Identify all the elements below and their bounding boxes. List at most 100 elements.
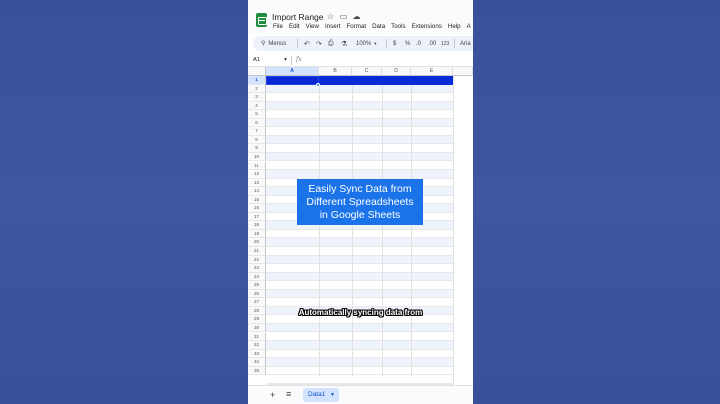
undo-icon[interactable]: ↶	[304, 36, 310, 51]
row-header[interactable]: 33	[248, 349, 266, 359]
table-row[interactable]	[266, 281, 453, 290]
row-header[interactable]: 17	[248, 212, 266, 222]
paint-format-icon[interactable]: ⚗	[341, 36, 347, 51]
table-row[interactable]	[266, 247, 453, 256]
column-header-next[interactable]	[453, 67, 473, 76]
menu-insert[interactable]: Insert	[325, 23, 340, 30]
search-menus[interactable]: ⚲ Menus	[261, 36, 286, 51]
row-header[interactable]: 3	[248, 93, 266, 102]
row-header[interactable]: 1	[248, 76, 266, 85]
menu-edit[interactable]: Edit	[289, 23, 300, 30]
table-row[interactable]	[266, 350, 453, 359]
table-row[interactable]	[266, 93, 453, 102]
zoom-select[interactable]: 100% ▼	[356, 36, 377, 51]
column-header-e[interactable]: E	[411, 67, 453, 76]
row-header[interactable]: 20	[248, 238, 266, 247]
row-header[interactable]: 27	[248, 298, 266, 307]
name-box[interactable]: A1	[253, 57, 260, 63]
row-header[interactable]: 31	[248, 332, 266, 342]
table-row[interactable]	[266, 152, 453, 162]
row-header[interactable]: 10	[248, 152, 266, 162]
row-header[interactable]: 26	[248, 289, 266, 299]
table-row[interactable]	[266, 323, 453, 333]
spreadsheet-grid[interactable]: A B C D E 1 2 3 4 5 6 7 8 9 10 11 12 13 14 15 16 17 18 19 2…	[248, 67, 473, 386]
row-header[interactable]: 14	[248, 187, 266, 196]
document-title[interactable]: Import Range	[272, 12, 324, 22]
row-header[interactable]: 9	[248, 144, 266, 153]
menu-help[interactable]: Help	[448, 23, 461, 30]
all-sheets-button[interactable]: ≡	[286, 389, 291, 399]
star-icon[interactable]: ☆	[326, 12, 335, 21]
increase-decimal-button[interactable]: .00	[428, 36, 436, 51]
table-row[interactable]	[266, 135, 453, 145]
menu-data[interactable]: Data	[372, 23, 385, 30]
redo-icon[interactable]: ↷	[316, 36, 322, 51]
table-row[interactable]	[266, 110, 453, 119]
table-row[interactable]	[266, 170, 453, 179]
row-header[interactable]: 16	[248, 204, 266, 213]
table-row[interactable]	[266, 127, 453, 136]
table-row[interactable]	[266, 144, 453, 153]
cloud-status-icon[interactable]: ☁	[352, 12, 361, 21]
sheet-tab-data1[interactable]: Data1 ▼	[303, 388, 339, 402]
table-row[interactable]	[266, 289, 453, 299]
row-header[interactable]: 18	[248, 221, 266, 230]
row-header[interactable]: 4	[248, 101, 266, 111]
table-row[interactable]	[266, 341, 453, 350]
row-header[interactable]: 32	[248, 341, 266, 350]
row-header[interactable]: 25	[248, 281, 266, 290]
table-row[interactable]	[266, 101, 453, 111]
menu-extensions[interactable]: Extensions	[412, 23, 442, 30]
move-folder-icon[interactable]: ▭	[339, 12, 348, 21]
table-row[interactable]	[266, 162, 453, 171]
row-header[interactable]: 34	[248, 358, 266, 367]
column-header-c[interactable]: C	[352, 67, 382, 76]
table-row[interactable]	[266, 118, 453, 128]
row-header[interactable]: 11	[248, 161, 266, 171]
table-row[interactable]	[266, 230, 453, 239]
active-cell-a1[interactable]	[266, 76, 319, 85]
table-row[interactable]	[266, 264, 453, 273]
table-row[interactable]	[266, 333, 453, 342]
menu-format[interactable]: Format	[346, 23, 366, 30]
currency-format-button[interactable]: $	[393, 36, 396, 51]
table-row[interactable]	[266, 298, 453, 307]
sheets-logo-icon[interactable]	[256, 13, 267, 27]
table-row[interactable]	[266, 358, 453, 367]
row-header[interactable]: 13	[248, 178, 266, 188]
row-header[interactable]: 21	[248, 247, 266, 256]
chevron-down-icon[interactable]: ▼	[283, 57, 288, 63]
more-formats-button[interactable]: 123	[441, 36, 449, 51]
row-header[interactable]: 24	[248, 272, 266, 282]
row-header[interactable]: 30	[248, 323, 266, 333]
column-header-b[interactable]: B	[319, 67, 352, 76]
row-header[interactable]: 12	[248, 170, 266, 179]
font-select[interactable]: Aria	[460, 36, 471, 51]
chevron-down-icon[interactable]: ▼	[330, 388, 335, 402]
row-header[interactable]: 2	[248, 84, 266, 94]
fill-handle[interactable]	[316, 83, 320, 87]
table-row[interactable]	[266, 272, 453, 282]
row-header[interactable]: 23	[248, 264, 266, 273]
menu-accessibility[interactable]: A	[467, 23, 471, 30]
table-row[interactable]	[266, 238, 453, 247]
row-header[interactable]: 6	[248, 118, 266, 128]
decrease-decimal-button[interactable]: .0	[416, 36, 421, 51]
table-row[interactable]	[266, 84, 453, 94]
table-row[interactable]	[266, 367, 453, 376]
add-sheet-button[interactable]: +	[270, 390, 275, 400]
print-icon[interactable]: ⎙	[328, 36, 334, 51]
table-row[interactable]	[266, 255, 453, 265]
row-header[interactable]: 35	[248, 366, 266, 376]
row-header[interactable]: 15	[248, 195, 266, 205]
row-header[interactable]: 8	[248, 135, 266, 145]
menu-view[interactable]: View	[306, 23, 319, 30]
row-header[interactable]: 7	[248, 127, 266, 136]
select-all-corner[interactable]	[248, 67, 266, 76]
menu-tools[interactable]: Tools	[391, 23, 405, 30]
menu-file[interactable]: File	[273, 23, 283, 30]
column-header-a[interactable]: A	[266, 67, 319, 76]
percent-format-button[interactable]: %	[405, 36, 410, 51]
row-header[interactable]: 22	[248, 255, 266, 265]
row-header[interactable]: 19	[248, 229, 266, 239]
